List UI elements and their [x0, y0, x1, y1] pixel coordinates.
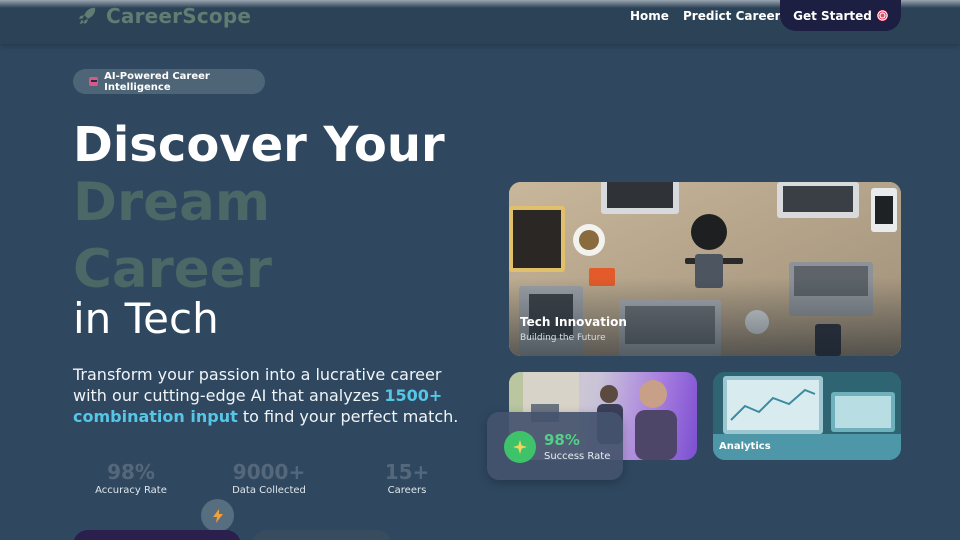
- ai-badge: AI-Powered Career Intelligence: [73, 69, 265, 94]
- nav-link-home[interactable]: Home: [630, 9, 669, 23]
- card-subtitle: Building the Future: [520, 333, 606, 343]
- stat-accuracy: 98% Accuracy Rate: [91, 461, 171, 496]
- stat-value: 98%: [107, 460, 155, 484]
- hero-title-line-4: in Tech: [73, 294, 219, 343]
- sparkle-icon: [504, 431, 536, 463]
- stat-label: Data Collected: [232, 485, 306, 496]
- analytics-label: Analytics: [719, 441, 771, 452]
- analytics-card: Analytics: [713, 372, 901, 460]
- robot-icon: [89, 77, 99, 86]
- ai-badge-label: AI-Powered Career Intelligence: [104, 70, 210, 93]
- get-started-label: Get Started: [793, 8, 872, 23]
- stat-label: Accuracy Rate: [95, 485, 167, 496]
- success-rate-label: Success Rate: [544, 451, 611, 462]
- hero-title-line-2: Dream: [73, 172, 271, 233]
- hero-description-end: to find your perfect match.: [237, 407, 459, 426]
- secondary-cta-button[interactable]: [252, 530, 392, 540]
- card-title: Tech Innovation: [520, 315, 627, 329]
- hero-title-line-1: Discover Your: [73, 117, 445, 173]
- card-overlay: [509, 182, 901, 356]
- hero-description: Transform your passion into a lucrative …: [73, 364, 473, 427]
- get-started-button[interactable]: Get Started: [780, 0, 901, 31]
- primary-cta-button[interactable]: [73, 530, 241, 540]
- target-icon: [876, 10, 888, 21]
- stat-careers: 15+ Careers: [378, 461, 436, 496]
- brand-logo[interactable]: CareerScope: [76, 4, 251, 28]
- tech-innovation-card: Tech Innovation Building the Future: [509, 182, 901, 356]
- success-rate-badge: 98% Success Rate: [487, 412, 623, 480]
- stat-data-collected: 9000+ Data Collected: [228, 461, 310, 496]
- nav-link-predict-career[interactable]: Predict Career: [683, 9, 781, 23]
- lightning-glyph: [212, 508, 223, 523]
- lightning-icon: [201, 499, 234, 532]
- hero-title-line-3: Career: [73, 239, 272, 300]
- stat-value: 15+: [384, 460, 430, 484]
- top-navbar: CareerScope Home Predict Career Get Star…: [0, 0, 960, 44]
- stat-label: Careers: [387, 485, 427, 496]
- success-rate-value: 98%: [544, 431, 580, 449]
- brand-name: CareerScope: [106, 4, 252, 28]
- sparkle-glyph: [513, 440, 527, 454]
- rocket-icon: [78, 7, 96, 25]
- stat-value: 9000+: [232, 460, 306, 484]
